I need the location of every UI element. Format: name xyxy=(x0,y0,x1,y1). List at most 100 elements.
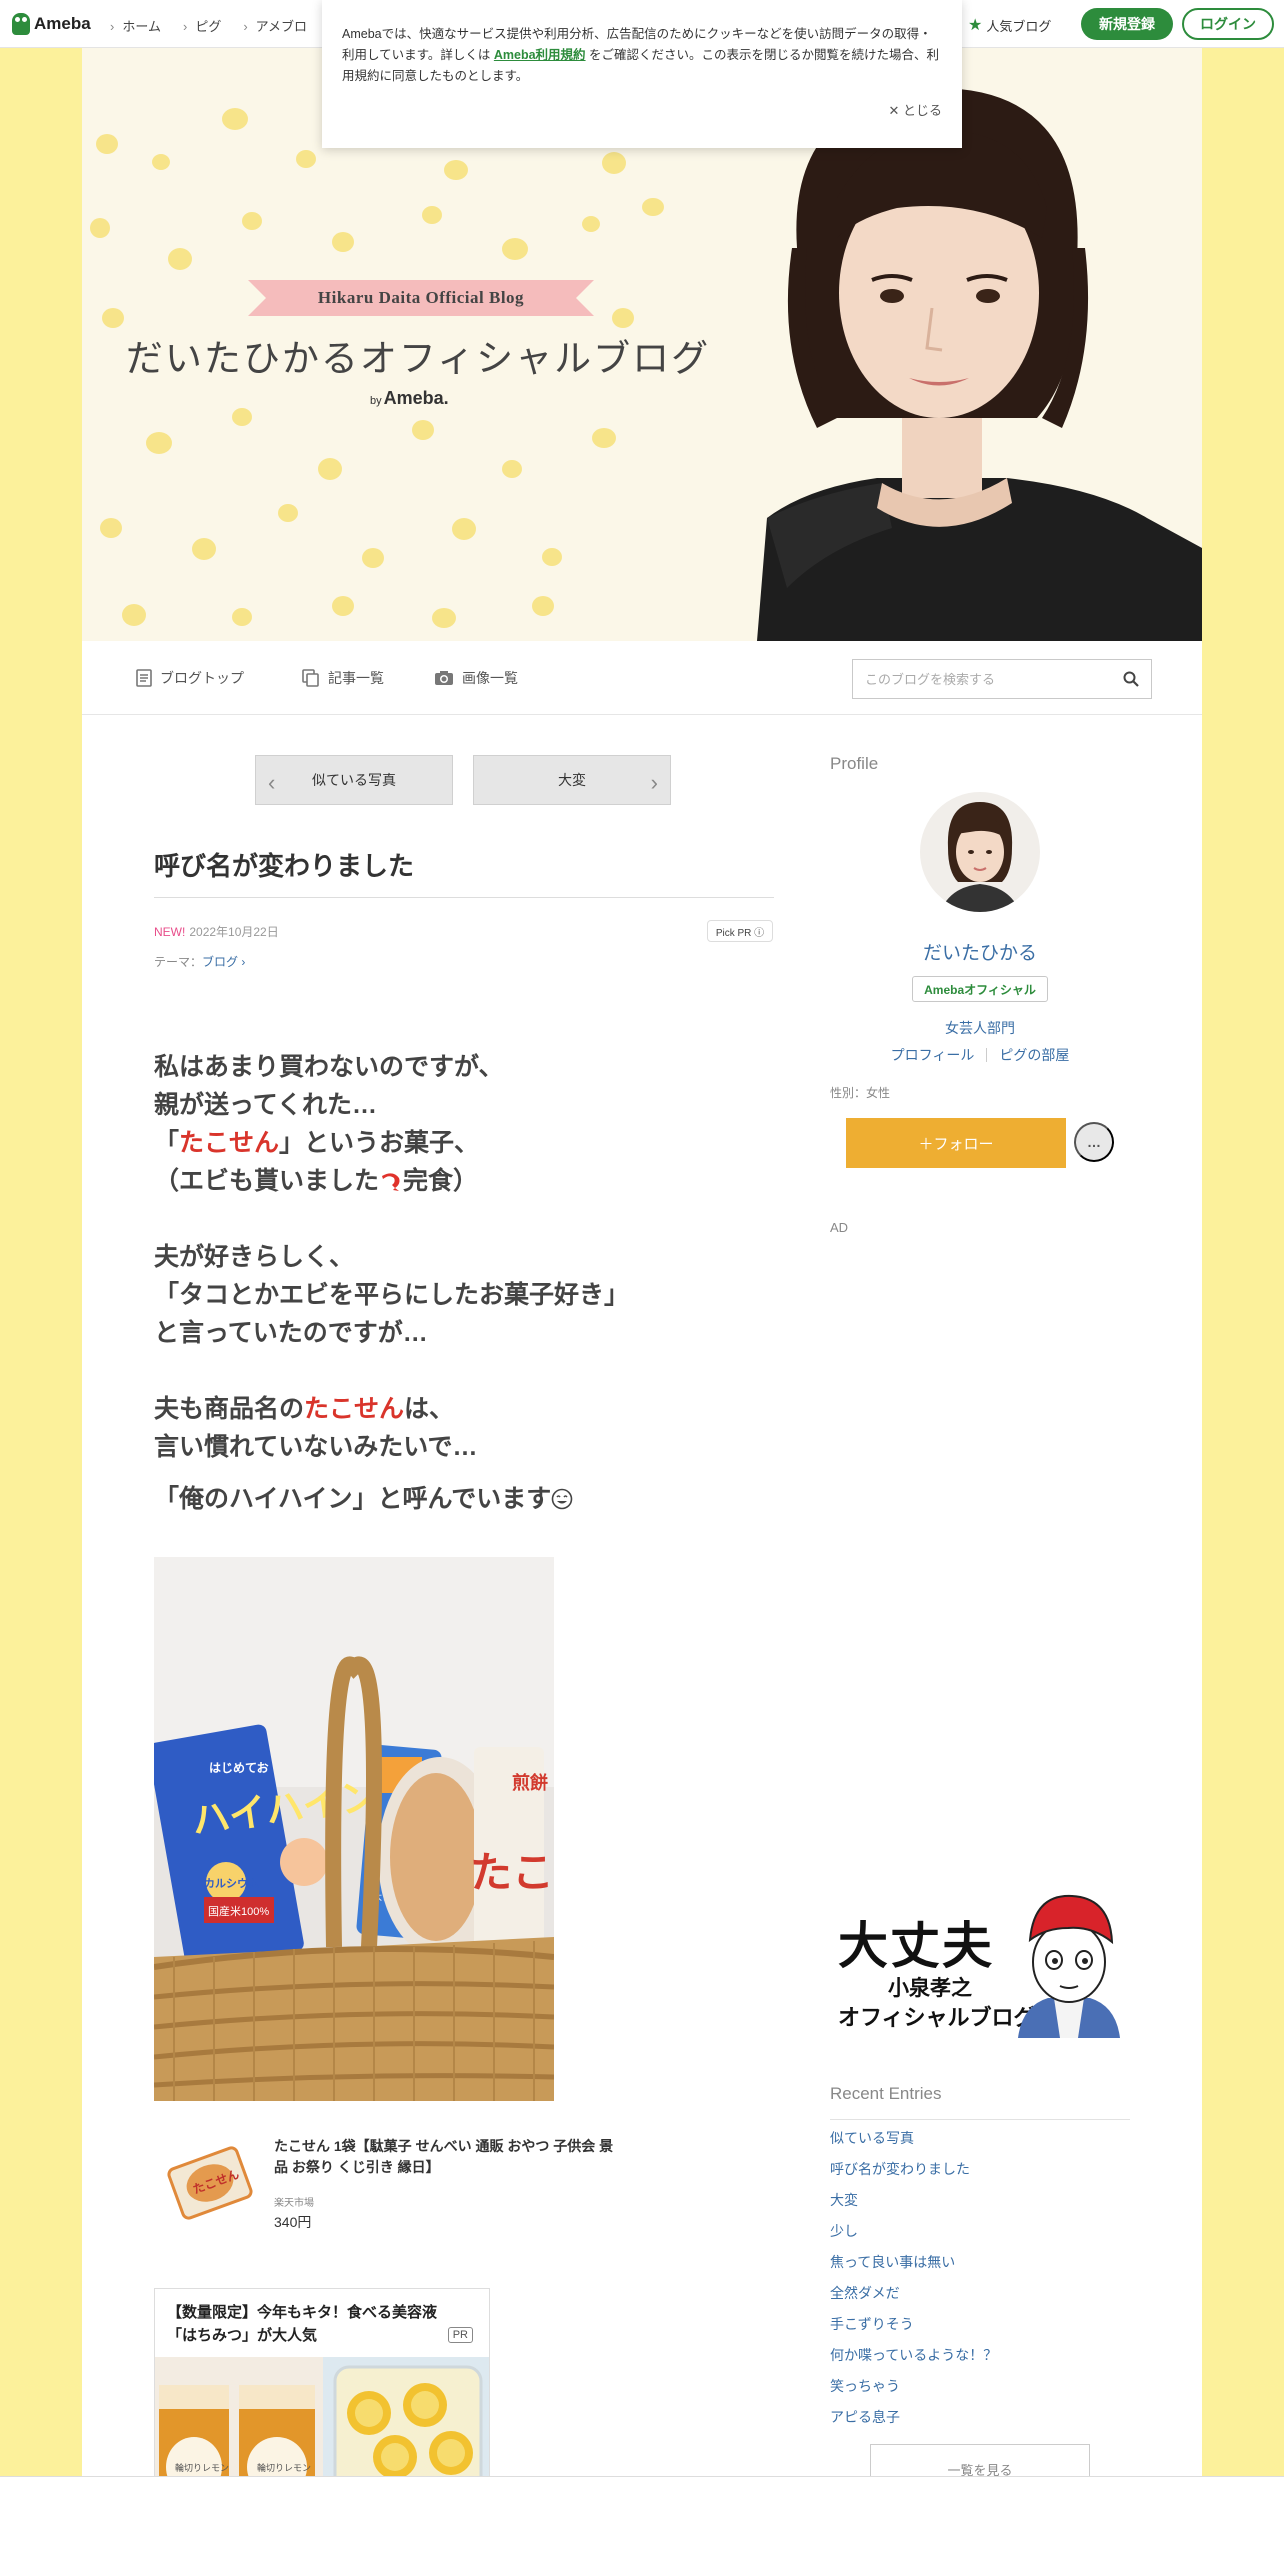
recent-entries-heading: Recent Entries xyxy=(830,2084,942,2103)
body-text-fragment: は、 xyxy=(404,1395,455,1423)
body-line: 言い慣れていないみたいで… xyxy=(154,1433,478,1461)
senbei-pack-label: 煎餅 xyxy=(512,1772,548,1793)
logo-text: Ameba xyxy=(34,14,91,33)
body-text-fragment: 」というお菓子、 xyxy=(279,1129,480,1157)
profile-name-link[interactable]: だいたひかる xyxy=(830,938,1130,965)
domestic-rice-label: 国産米100% xyxy=(208,1905,269,1918)
prev-entry-button[interactable]: ‹ 似ている写真 xyxy=(255,755,453,805)
highlight-takosen: たこせん xyxy=(179,1129,280,1157)
article-title: 呼び名が変わりました xyxy=(154,851,415,881)
recent-entry-link[interactable]: 手こずりそう xyxy=(830,2314,1130,2345)
login-button[interactable]: ログイン xyxy=(1182,8,1274,40)
recent-entry-link[interactable]: 大変 xyxy=(830,2190,1130,2221)
polka-dot xyxy=(502,238,528,260)
article-date: NEW! 2022年10月22日 xyxy=(154,923,279,940)
body-line: （エビも貰いました 完食） xyxy=(154,1162,774,1200)
polka-dot xyxy=(102,308,124,328)
search-icon[interactable] xyxy=(1123,671,1139,687)
recent-entry-link[interactable]: 全然ダメだ xyxy=(830,2283,1130,2314)
profile-links: プロフィール ピグの部屋 xyxy=(830,1045,1130,1065)
jar-label: 輪切りレモン xyxy=(175,2462,229,2473)
category-link[interactable]: 女芸人部門 xyxy=(830,1018,1130,1038)
body-line: 「たこせん」というお菓子、 xyxy=(154,1124,774,1162)
register-button[interactable]: 新規登録 xyxy=(1081,8,1173,40)
nav-home[interactable]: ホーム xyxy=(110,16,161,35)
follow-button[interactable]: ＋フォロー xyxy=(846,1118,1066,1168)
ad-title: 【数量限定】今年もキタ！食べる美容液「はちみつ」が大人気 xyxy=(167,2304,438,2344)
more-options-button[interactable]: … xyxy=(1074,1122,1114,1162)
polka-dot xyxy=(232,408,252,426)
related-blog-banner[interactable]: 大丈夫 小泉孝之 オフィシャルブログ xyxy=(830,1888,1130,2038)
polka-dot xyxy=(612,308,634,328)
product-title-link[interactable]: たこせん 1袋【駄菓子 せんべい 通販 おやつ 子供会 景品 お祭り くじ引き … xyxy=(274,2136,614,2178)
body-line: 親が送ってくれた… xyxy=(154,1091,378,1119)
pr-badge: PR xyxy=(447,2327,473,2343)
nav-pigg[interactable]: ピグ xyxy=(183,16,221,35)
close-icon: ✕ xyxy=(888,103,903,118)
banner-name: 小泉孝之 xyxy=(888,1977,972,2000)
profile-avatar[interactable] xyxy=(920,792,1040,912)
polka-dot xyxy=(122,604,146,626)
images-link[interactable]: 画像一覧 xyxy=(434,668,518,688)
recent-entry-link[interactable]: 焦って良い事は無い xyxy=(830,2252,1130,2283)
blog-search xyxy=(852,659,1152,699)
terms-link[interactable]: Ameba利用規約 xyxy=(494,48,586,62)
recent-entry-link[interactable]: 似ている写真 xyxy=(830,2128,1130,2159)
polka-dot xyxy=(296,150,316,168)
body-text-fragment: 完食） xyxy=(403,1167,479,1195)
images-label: 画像一覧 xyxy=(462,670,518,686)
pick-pr-button[interactable]: Pick PR ⓘ xyxy=(707,920,773,942)
body-line: 「俺のハイハイン」と呼んでいます xyxy=(154,1480,774,1518)
chevron-right-icon: › xyxy=(650,770,658,795)
body-text-fragment: 「俺のハイハイン」と呼んでいます xyxy=(154,1485,552,1513)
polka-dot xyxy=(432,608,456,628)
header-ribbon: Hikaru Daita Official Blog xyxy=(248,280,594,316)
camera-icon xyxy=(435,671,453,685)
ad-label: AD xyxy=(830,1220,849,1235)
polka-dot xyxy=(592,428,616,448)
next-entry-button[interactable]: 大変 › xyxy=(473,755,671,805)
polka-dot xyxy=(332,596,354,616)
product-image[interactable]: たこせん xyxy=(162,2135,258,2231)
next-entry-label: 大変 xyxy=(558,772,586,788)
prev-entry-label: 似ている写真 xyxy=(312,772,396,788)
blog-nav: ブログトップ 記事一覧 画像一覧 xyxy=(82,641,1202,715)
by-label: by xyxy=(370,395,382,407)
body-line: と言っていたのですが… xyxy=(154,1319,428,1347)
recent-entry-link[interactable]: 呼び名が変わりました xyxy=(830,2159,1130,2190)
article-photo[interactable]: はじめてお ハイハイン カルシウム 国産米100% 7大アレルゲン不使用 たこ … xyxy=(154,1557,554,2101)
cookie-notice: Amebaでは、快適なサービス提供や利用分析、広告配信のためにクッキーなどを使い… xyxy=(322,0,962,148)
body-line: 私はあまり買わないのですが、 xyxy=(154,1053,504,1081)
pigg-room-link[interactable]: ピグの部屋 xyxy=(999,1047,1069,1063)
recent-entry-link[interactable]: 何か喋っているような！？ xyxy=(830,2345,1130,2376)
date-text: 2022年10月22日 xyxy=(189,925,279,939)
new-badge: NEW! xyxy=(154,925,186,939)
shrimp-emoji-icon xyxy=(382,1173,400,1191)
polka-dot xyxy=(602,152,626,174)
polka-dot xyxy=(582,216,600,232)
divider xyxy=(986,1048,988,1062)
body-line: 夫も商品名のたこせんは、 xyxy=(154,1390,774,1428)
recent-entry-link[interactable]: 笑っちゃう xyxy=(830,2376,1130,2407)
article-theme: テーマ：ブログ › xyxy=(154,953,245,970)
polka-dot xyxy=(222,108,248,130)
global-nav: ホーム ピグ アメブロ xyxy=(110,16,307,35)
polka-dot xyxy=(362,548,384,568)
profile-link[interactable]: プロフィール xyxy=(891,1047,975,1063)
entries-link[interactable]: 記事一覧 xyxy=(302,668,384,688)
theme-link[interactable]: ブログ › xyxy=(202,955,245,969)
polka-dot xyxy=(146,432,172,454)
product-shop: 楽天市場 xyxy=(274,2198,314,2209)
polka-dot xyxy=(100,518,122,538)
popular-blogs-link[interactable]: ★ 人気ブログ xyxy=(968,15,1051,35)
body-text-fragment: 夫も商品名の xyxy=(154,1395,305,1423)
cookie-close-button[interactable]: ✕ とじる xyxy=(888,100,942,121)
recent-entry-link[interactable]: 少し xyxy=(830,2221,1130,2252)
recent-entry-link[interactable]: アピる息子 xyxy=(830,2407,1130,2438)
pack-top-label: はじめてお xyxy=(209,1761,269,1775)
polka-dot xyxy=(168,248,192,270)
blog-top-link[interactable]: ブログトップ xyxy=(136,668,244,688)
ameba-logo[interactable]: Ameba xyxy=(12,13,91,35)
blog-search-input[interactable] xyxy=(853,660,1103,698)
nav-ameblo[interactable]: アメブロ xyxy=(243,16,307,35)
